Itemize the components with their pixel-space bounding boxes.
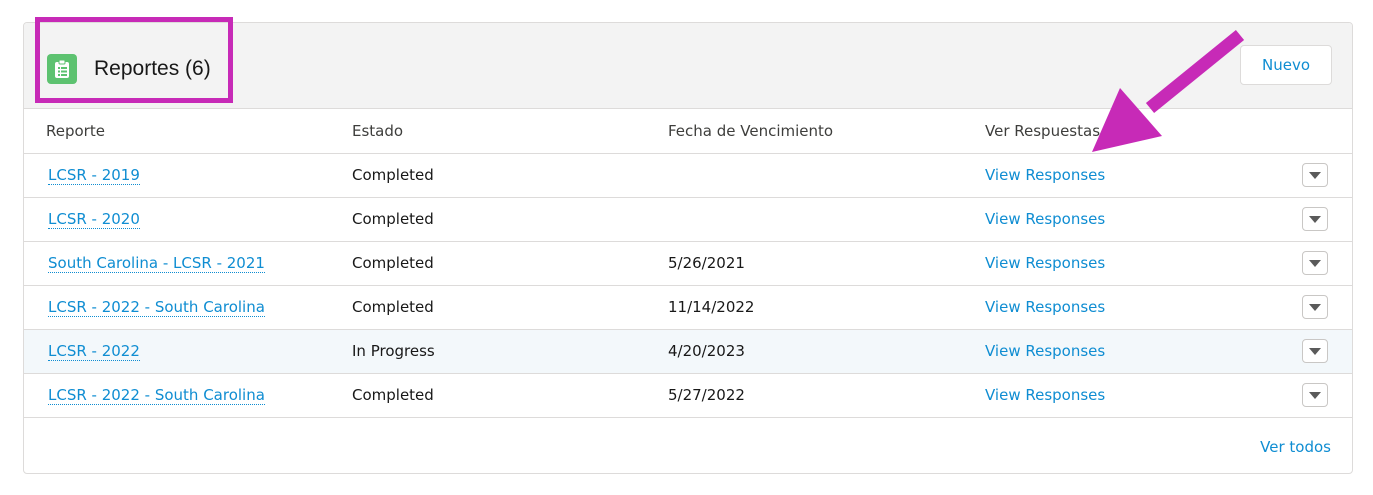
report-cell: South Carolina - LCSR - 2021 [48, 242, 265, 285]
annotation-highlight-box [35, 17, 233, 103]
report-link[interactable]: LCSR - 2020 [48, 210, 140, 229]
report-cell: LCSR - 2020 [48, 198, 140, 241]
view-responses-link[interactable]: View Responses [985, 198, 1105, 241]
column-header-responses[interactable]: Ver Respuestas [985, 109, 1100, 153]
due-date-cell: 4/20/2023 [668, 342, 745, 360]
report-cell: LCSR - 2019 [48, 154, 140, 197]
chevron-down-icon [1309, 391, 1321, 399]
column-header-status[interactable]: Estado [352, 109, 403, 153]
row-actions-button[interactable] [1302, 295, 1328, 319]
view-all-link[interactable]: Ver todos [1260, 427, 1331, 467]
report-link[interactable]: LCSR - 2022 - South Carolina [48, 298, 265, 317]
table-row: LCSR - 2022 - South Carolina Completed 5… [24, 373, 1352, 417]
due-date-cell: 5/27/2022 [668, 386, 745, 404]
view-responses-link[interactable]: View Responses [985, 154, 1105, 197]
table-row: South Carolina - LCSR - 2021 Completed 5… [24, 241, 1352, 285]
chevron-down-icon [1309, 303, 1321, 311]
table-row: LCSR - 2019 Completed View Responses [24, 153, 1352, 197]
report-cell: LCSR - 2022 - South Carolina [48, 286, 265, 329]
due-date-cell: 5/26/2021 [668, 254, 745, 272]
view-responses-link[interactable]: View Responses [985, 286, 1105, 329]
status-cell: Completed [352, 254, 434, 272]
status-cell: In Progress [352, 342, 435, 360]
report-link[interactable]: South Carolina - LCSR - 2021 [48, 254, 265, 273]
view-responses-link[interactable]: View Responses [985, 330, 1105, 373]
report-link[interactable]: LCSR - 2019 [48, 166, 140, 185]
report-link[interactable]: LCSR - 2022 [48, 342, 140, 361]
due-date-cell: 11/14/2022 [668, 298, 755, 316]
status-cell: Completed [352, 210, 434, 228]
view-responses-link[interactable]: View Responses [985, 242, 1105, 285]
table-row: LCSR - 2022 - South Carolina Completed 1… [24, 285, 1352, 329]
chevron-down-icon [1309, 215, 1321, 223]
chevron-down-icon [1309, 171, 1321, 179]
row-actions-button[interactable] [1302, 163, 1328, 187]
new-button[interactable]: Nuevo [1240, 45, 1332, 85]
row-actions-button[interactable] [1302, 339, 1328, 363]
status-cell: Completed [352, 386, 434, 404]
row-actions-button[interactable] [1302, 207, 1328, 231]
column-header-due-date[interactable]: Fecha de Vencimiento [668, 109, 833, 153]
column-header-report[interactable]: Reporte [46, 109, 105, 153]
chevron-down-icon [1309, 347, 1321, 355]
row-actions-button[interactable] [1302, 251, 1328, 275]
status-cell: Completed [352, 166, 434, 184]
table-row: LCSR - 2020 Completed View Responses [24, 197, 1352, 241]
table-row: LCSR - 2022 In Progress 4/20/2023 View R… [24, 329, 1352, 373]
row-actions-button[interactable] [1302, 383, 1328, 407]
report-link[interactable]: LCSR - 2022 - South Carolina [48, 386, 265, 405]
report-cell: LCSR - 2022 - South Carolina [48, 374, 265, 417]
status-cell: Completed [352, 298, 434, 316]
view-responses-link[interactable]: View Responses [985, 374, 1105, 417]
chevron-down-icon [1309, 259, 1321, 267]
footer-divider [24, 417, 1352, 418]
report-cell: LCSR - 2022 [48, 330, 140, 373]
